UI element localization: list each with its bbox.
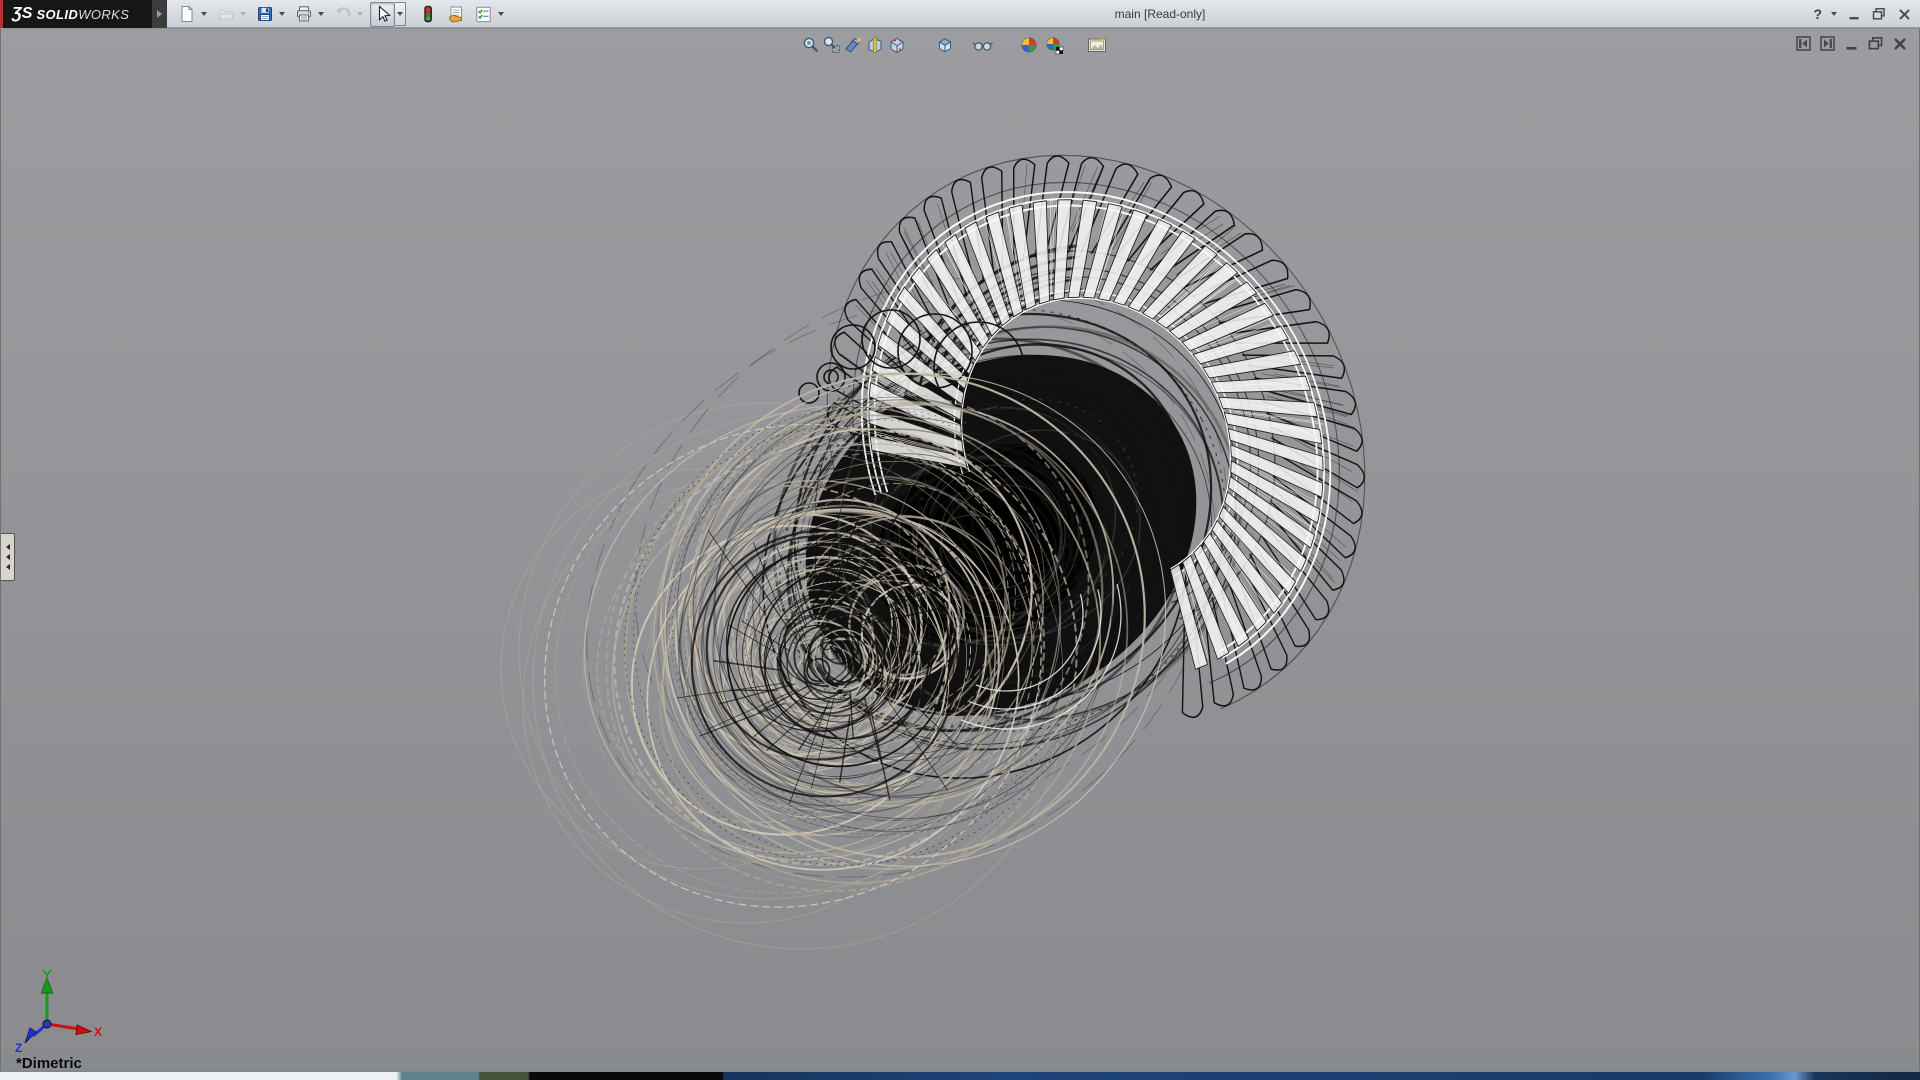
- window-titlebar[interactable]: ƷS SOLIDWORKS: [0, 0, 1920, 28]
- options-checklist-icon: [474, 5, 493, 24]
- apply-scene-button[interactable]: [1044, 34, 1066, 56]
- flyout-arrow-icon: [6, 564, 10, 570]
- minimize-icon: [1848, 8, 1861, 21]
- file-properties-button[interactable]: [445, 3, 468, 26]
- display-style-cube-icon: [935, 35, 955, 55]
- edit-appearance-button[interactable]: [1018, 34, 1040, 56]
- new-document-button[interactable]: [175, 3, 198, 26]
- section-view-button[interactable]: [864, 34, 886, 56]
- flyout-arrow-icon: [6, 554, 10, 560]
- rebuild-button[interactable]: [416, 3, 439, 26]
- help-button[interactable]: ?: [1813, 6, 1822, 22]
- pane-arrow-right-icon: [1820, 36, 1835, 51]
- minimize-child-icon: [1845, 37, 1859, 51]
- close-icon: [1898, 8, 1911, 21]
- zoom-to-fit-button[interactable]: [800, 34, 822, 56]
- save-dropdown[interactable]: [276, 3, 287, 26]
- restore-child-button[interactable]: [1868, 36, 1883, 51]
- pane-arrow-left-icon: [1796, 36, 1811, 51]
- orientation-triad: X Z: [7, 966, 107, 1058]
- status-strip: [0, 1071, 1920, 1080]
- print-dropdown[interactable]: [315, 3, 326, 26]
- open-folder-icon: [217, 5, 235, 23]
- close-child-icon: [1893, 37, 1907, 51]
- restore-icon: [1872, 7, 1886, 21]
- solidworks-window: ƷS SOLIDWORKS: [0, 0, 1920, 1080]
- save-button[interactable]: [253, 3, 276, 26]
- view-orientation-label: *Dimetric: [16, 1055, 82, 1072]
- print-button[interactable]: [292, 3, 315, 26]
- display-style-button[interactable]: [934, 34, 956, 56]
- logo-accent-strip: [0, 0, 3, 28]
- view-settings-icon: [1086, 35, 1108, 55]
- save-floppy-icon: [256, 5, 274, 23]
- options-button[interactable]: [472, 3, 495, 26]
- previous-view-button[interactable]: [842, 34, 864, 56]
- new-document-icon: [178, 5, 196, 23]
- graphics-area[interactable]: X Z *Dimetric: [0, 29, 1920, 1072]
- engine-model-wrap: [1, 29, 1920, 1072]
- x-axis-label: X: [94, 1025, 102, 1039]
- appearance-ball-icon: [1019, 35, 1039, 55]
- print-icon: [295, 5, 313, 23]
- select-tool-button[interactable]: [370, 2, 395, 27]
- view-settings-button[interactable]: [1086, 34, 1108, 56]
- restore-child-icon: [1868, 36, 1883, 51]
- titlebar-controls: ?: [1813, 0, 1912, 28]
- undo-dropdown[interactable]: [354, 3, 365, 26]
- pane-arrow-right-button[interactable]: [1820, 36, 1835, 51]
- undo-arrow-icon: [334, 5, 352, 23]
- hide-show-items-button[interactable]: [972, 34, 994, 56]
- open-document-button[interactable]: [214, 3, 237, 26]
- solidworks-logo[interactable]: ƷS SOLIDWORKS: [0, 0, 152, 28]
- close-button[interactable]: [1896, 6, 1912, 22]
- restore-button[interactable]: [1871, 6, 1887, 22]
- feature-tree-flyout-tab[interactable]: [1, 533, 15, 581]
- zoom-to-fit-icon: [801, 35, 821, 55]
- view-orientation-button[interactable]: [886, 34, 908, 56]
- child-window-controls: [1796, 36, 1907, 51]
- close-child-button[interactable]: [1892, 36, 1907, 51]
- previous-view-icon: [843, 35, 863, 55]
- select-tool-dropdown[interactable]: [395, 2, 406, 26]
- apply-scene-icon: [1044, 35, 1066, 55]
- options-dropdown[interactable]: [495, 3, 506, 26]
- eyeglasses-icon: [972, 35, 994, 55]
- solidworks-logo-glyph: ƷS: [12, 5, 32, 23]
- zoom-to-area-icon: [822, 35, 842, 55]
- open-document-dropdown[interactable]: [237, 3, 248, 26]
- pane-arrow-left-button[interactable]: [1796, 36, 1811, 51]
- minimize-child-button[interactable]: [1844, 36, 1859, 51]
- help-dropdown[interactable]: [1831, 12, 1837, 16]
- z-axis-label: Z: [15, 1041, 22, 1055]
- standard-toolbar: [172, 2, 508, 26]
- new-document-dropdown[interactable]: [198, 3, 209, 26]
- file-properties-icon: [447, 5, 466, 24]
- engine-model: [1, 29, 1920, 1072]
- document-title: main [Read-only]: [1065, 0, 1255, 28]
- undo-button[interactable]: [331, 3, 354, 26]
- brand-works: WORKS: [78, 7, 129, 22]
- flyout-arrow-icon: [6, 544, 10, 550]
- view-orientation-icon: [887, 35, 907, 55]
- minimize-button[interactable]: [1846, 6, 1862, 22]
- section-view-icon: [865, 35, 885, 55]
- y-axis-glyph: [43, 970, 51, 980]
- menu-expand-arrow-icon[interactable]: [152, 0, 167, 28]
- select-cursor-icon: [374, 5, 392, 23]
- zoom-to-area-button[interactable]: [821, 34, 843, 56]
- traffic-light-icon: [419, 5, 437, 23]
- brand-solid: SOLID: [36, 7, 78, 22]
- checker-corner: [1056, 47, 1063, 54]
